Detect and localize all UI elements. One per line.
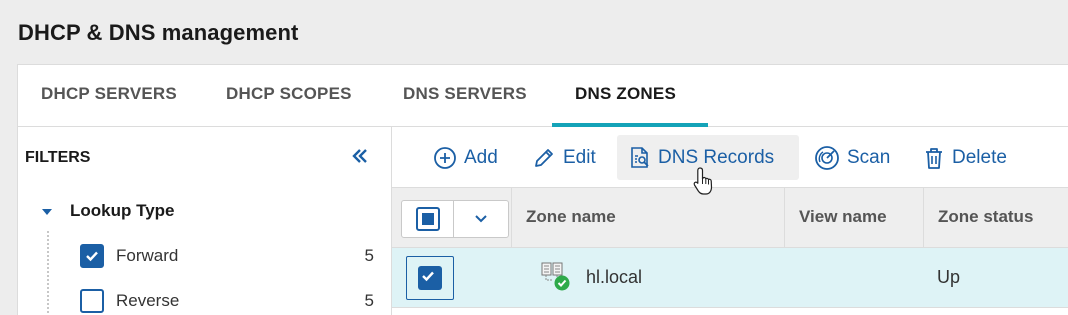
pencil-icon bbox=[535, 148, 553, 167]
plus-circle-icon bbox=[434, 146, 456, 169]
add-label: Add bbox=[464, 146, 498, 168]
edit-label: Edit bbox=[563, 146, 596, 168]
tree-connector bbox=[47, 231, 49, 315]
zones-grid: Zone name View name Zone status hl.local… bbox=[392, 187, 1068, 315]
column-zone-name[interactable]: Zone name bbox=[512, 188, 785, 248]
add-button[interactable]: Add bbox=[421, 135, 510, 180]
select-column-header bbox=[392, 188, 512, 248]
column-zone-status[interactable]: Zone status bbox=[924, 188, 1068, 248]
tab-dhcp-servers[interactable]: DHCP SERVERS bbox=[41, 65, 177, 127]
filters-pane: FILTERS Lookup Type Forward 5 Reverse 5 bbox=[18, 127, 392, 315]
forward-count: 5 bbox=[364, 246, 374, 265]
reverse-count: 5 bbox=[364, 291, 374, 310]
row-checkbox[interactable] bbox=[418, 266, 442, 290]
tab-dns-servers[interactable]: DNS SERVERS bbox=[403, 65, 527, 127]
zone-status-cell: Up bbox=[937, 267, 961, 287]
delete-label: Delete bbox=[952, 146, 1007, 168]
filter-reverse[interactable]: Reverse 5 bbox=[80, 289, 376, 315]
dns-records-button[interactable]: DNS Records bbox=[617, 135, 799, 180]
page-title: DHCP & DNS management bbox=[18, 20, 299, 45]
delete-button[interactable]: Delete bbox=[911, 135, 1019, 180]
tab-bar: DHCP SERVERS DHCP SCOPES DNS SERVERS DNS… bbox=[18, 65, 1068, 127]
tab-dns-zones[interactable]: DNS ZONES bbox=[575, 65, 676, 127]
forward-label: Forward bbox=[116, 246, 179, 265]
dns-records-label: DNS Records bbox=[658, 146, 775, 168]
grid-header: Zone name View name Zone status bbox=[392, 187, 1068, 248]
lookup-type-group-title[interactable]: Lookup Type bbox=[70, 201, 175, 221]
filters-title: FILTERS bbox=[25, 149, 91, 166]
scan-button[interactable]: Scan bbox=[802, 135, 902, 180]
select-all-control bbox=[401, 200, 509, 238]
filter-forward[interactable]: Forward 5 bbox=[80, 244, 376, 270]
table-row[interactable]: hl.local Up bbox=[392, 248, 1068, 308]
reverse-checkbox[interactable] bbox=[80, 289, 104, 313]
tab-dhcp-scopes[interactable]: DHCP SCOPES bbox=[226, 65, 352, 127]
reverse-label: Reverse bbox=[116, 291, 180, 310]
main-panel: DHCP SERVERS DHCP SCOPES DNS SERVERS DNS… bbox=[17, 64, 1068, 315]
scan-label: Scan bbox=[847, 146, 891, 168]
caret-down-icon[interactable] bbox=[40, 205, 54, 219]
scan-icon bbox=[815, 145, 839, 170]
zone-name-cell: hl.local bbox=[586, 267, 643, 287]
forward-checkbox[interactable] bbox=[80, 244, 104, 268]
zone-up-check-icon bbox=[540, 262, 572, 292]
row-select-frame bbox=[406, 256, 454, 300]
document-search-icon bbox=[631, 146, 649, 168]
chevron-down-icon[interactable] bbox=[454, 201, 508, 237]
trash-icon bbox=[926, 147, 942, 169]
toolbar: Add Edit DNS Records Scan Delete bbox=[392, 127, 1068, 187]
double-chevron-left-icon[interactable] bbox=[348, 145, 372, 169]
edit-button[interactable]: Edit bbox=[520, 135, 608, 180]
column-view-name[interactable]: View name bbox=[785, 188, 924, 248]
select-all-checkbox[interactable] bbox=[402, 201, 454, 237]
